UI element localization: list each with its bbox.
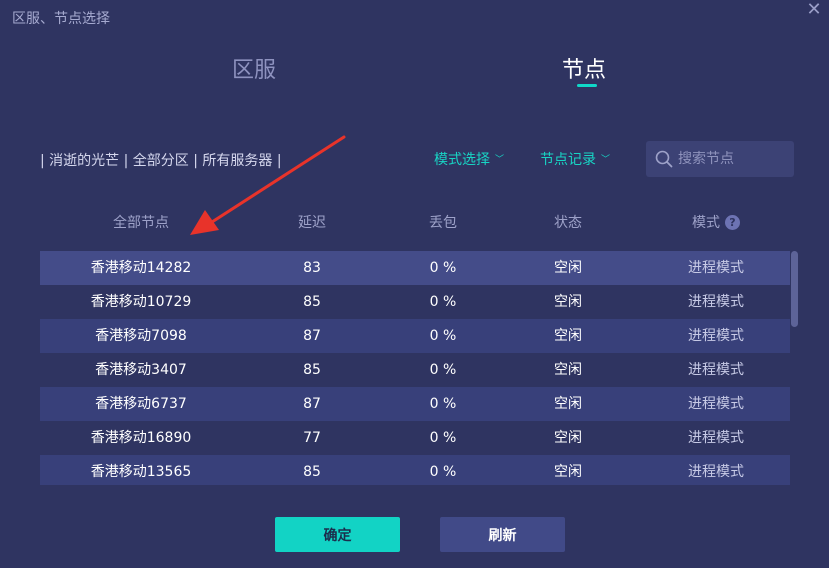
close-icon[interactable]: ✕ bbox=[803, 0, 825, 22]
table-row[interactable]: 香港移动10729 85 0 % 空闲 进程模式 bbox=[40, 285, 790, 319]
chevron-down-icon: ﹀ bbox=[495, 155, 505, 165]
cell-packet-loss: 0 % bbox=[429, 260, 457, 276]
search-icon bbox=[655, 150, 673, 168]
chevron-down-icon: ﹀ bbox=[601, 155, 611, 165]
cell-status: 空闲 bbox=[554, 430, 582, 446]
column-header-packet-loss[interactable]: 丢包 bbox=[429, 212, 457, 232]
cell-status: 空闲 bbox=[554, 396, 582, 412]
cell-node-name: 香港移动14282 bbox=[90, 260, 192, 276]
breadcrumb: | 消逝的光芒 | 全部分区 | 所有服务器 | bbox=[40, 153, 282, 169]
cell-latency: 85 bbox=[303, 362, 321, 378]
cell-status: 空闲 bbox=[554, 294, 582, 310]
table-row[interactable]: 香港移动16890 77 0 % 空闲 进程模式 bbox=[40, 421, 790, 455]
cell-node-name: 香港移动16890 bbox=[90, 430, 192, 446]
column-header-node[interactable]: 全部节点 bbox=[113, 212, 169, 232]
node-record-label: 节点记录 bbox=[540, 152, 596, 168]
cell-status: 空闲 bbox=[554, 362, 582, 378]
cell-latency: 77 bbox=[303, 430, 321, 446]
cell-node-name: 香港移动10729 bbox=[90, 294, 192, 310]
cell-mode: 进程模式 bbox=[688, 328, 744, 344]
table-header: 全部节点 延迟 丢包 状态 模式? bbox=[40, 212, 790, 234]
cell-latency: 85 bbox=[303, 294, 321, 310]
table-scrollbar[interactable] bbox=[790, 251, 799, 485]
search-input[interactable] bbox=[678, 141, 790, 177]
cell-packet-loss: 0 % bbox=[429, 294, 457, 310]
node-record-dropdown[interactable]: 节点记录 ﹀ bbox=[540, 149, 610, 169]
cell-mode: 进程模式 bbox=[688, 260, 744, 276]
tab-bar: 区服 节点 bbox=[0, 52, 829, 96]
cell-mode: 进程模式 bbox=[688, 362, 744, 378]
search-box[interactable] bbox=[646, 141, 794, 177]
cell-mode: 进程模式 bbox=[688, 396, 744, 412]
table-row[interactable]: 香港移动3407 85 0 % 空闲 进程模式 bbox=[40, 353, 790, 387]
confirm-button[interactable]: 确定 bbox=[275, 517, 400, 552]
cell-latency: 85 bbox=[303, 464, 321, 480]
help-icon[interactable]: ? bbox=[725, 215, 740, 230]
mode-select-dropdown[interactable]: 模式选择 ﹀ bbox=[434, 149, 504, 169]
cell-packet-loss: 0 % bbox=[429, 328, 457, 344]
table-row[interactable]: 香港移动7098 87 0 % 空闲 进程模式 bbox=[40, 319, 790, 353]
table-row[interactable]: 香港移动6737 87 0 % 空闲 进程模式 bbox=[40, 387, 790, 421]
cell-mode: 进程模式 bbox=[688, 294, 744, 310]
table-row[interactable]: 香港移动14282 83 0 % 空闲 进程模式 bbox=[40, 251, 790, 285]
column-header-status[interactable]: 状态 bbox=[554, 212, 582, 232]
cell-node-name: 香港移动6737 bbox=[95, 396, 187, 412]
cell-node-name: 香港移动13565 bbox=[90, 464, 192, 480]
tab-zone[interactable]: 区服 bbox=[232, 52, 276, 84]
mode-select-label: 模式选择 bbox=[434, 152, 490, 168]
node-table: 香港移动14282 83 0 % 空闲 进程模式 香港移动10729 85 0 % 空闲 进程模式… bbox=[40, 251, 790, 485]
window-title: 区服、节点选择 bbox=[12, 11, 110, 27]
cell-packet-loss: 0 % bbox=[429, 396, 457, 412]
cell-status: 空闲 bbox=[554, 464, 582, 480]
refresh-button[interactable]: 刷新 bbox=[440, 517, 565, 552]
scrollbar-thumb[interactable] bbox=[791, 251, 798, 327]
cell-status: 空闲 bbox=[554, 260, 582, 276]
cell-latency: 87 bbox=[303, 396, 321, 412]
cell-packet-loss: 0 % bbox=[429, 430, 457, 446]
column-header-latency[interactable]: 延迟 bbox=[298, 212, 326, 232]
cell-packet-loss: 0 % bbox=[429, 464, 457, 480]
cell-latency: 83 bbox=[303, 260, 321, 276]
tab-node[interactable]: 节点 bbox=[562, 52, 606, 84]
cell-node-name: 香港移动3407 bbox=[95, 362, 187, 378]
cell-status: 空闲 bbox=[554, 328, 582, 344]
cell-mode: 进程模式 bbox=[688, 430, 744, 446]
cell-mode: 进程模式 bbox=[688, 464, 744, 480]
column-header-mode: 模式? bbox=[692, 212, 740, 232]
column-header-mode-label: 模式 bbox=[692, 215, 720, 231]
cell-latency: 87 bbox=[303, 328, 321, 344]
active-tab-indicator bbox=[577, 84, 597, 87]
cell-packet-loss: 0 % bbox=[429, 362, 457, 378]
cell-node-name: 香港移动7098 bbox=[95, 328, 187, 344]
title-bar: 区服、节点选择 ✕ bbox=[0, 0, 829, 34]
table-row[interactable]: 香港移动13565 85 0 % 空闲 进程模式 bbox=[40, 455, 790, 485]
